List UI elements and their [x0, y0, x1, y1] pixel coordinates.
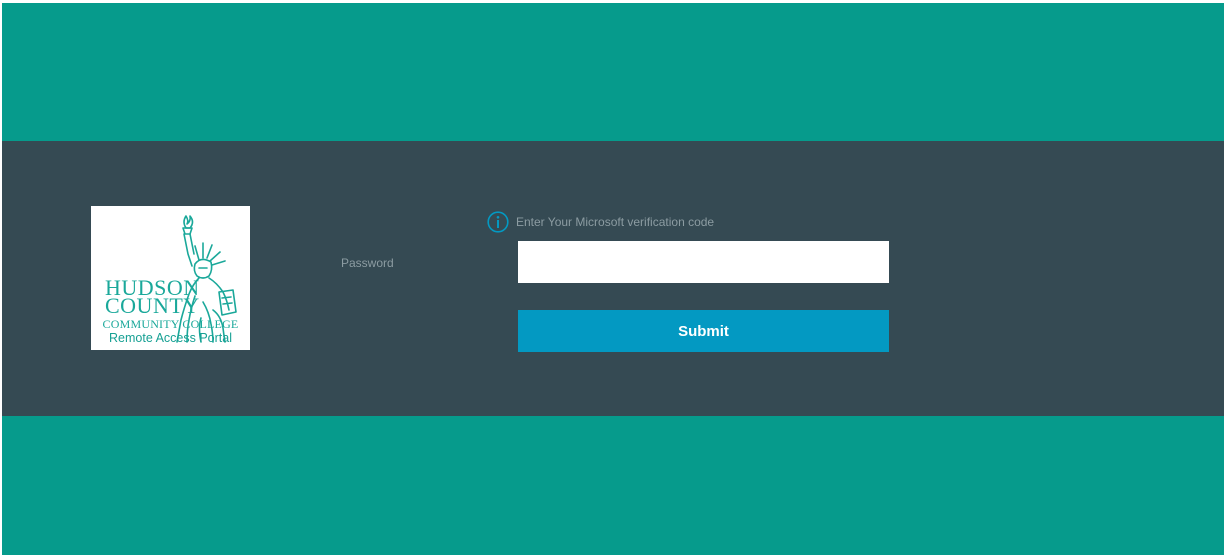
- info-circle-icon: [487, 211, 509, 233]
- college-logo: HUDSON COUNTY COMMUNITY COLLEGE Remote A…: [91, 206, 250, 350]
- verification-hint-text: Enter Your Microsoft verification code: [516, 215, 715, 229]
- header-band: [2, 3, 1224, 141]
- submit-button[interactable]: Submit: [518, 310, 889, 352]
- logo-text-portal: Remote Access Portal: [109, 331, 232, 345]
- logo-text-community-college: COMMUNITY COLLEGE: [102, 317, 239, 331]
- footer-band: [2, 416, 1224, 555]
- password-input[interactable]: [518, 241, 889, 283]
- password-label: Password: [341, 256, 394, 270]
- login-panel: HUDSON COUNTY COMMUNITY COLLEGE Remote A…: [2, 141, 1224, 416]
- page-frame: HUDSON COUNTY COMMUNITY COLLEGE Remote A…: [2, 3, 1224, 555]
- verification-hint: Enter Your Microsoft verification code: [487, 211, 714, 233]
- logo-text-county: COUNTY: [105, 293, 200, 318]
